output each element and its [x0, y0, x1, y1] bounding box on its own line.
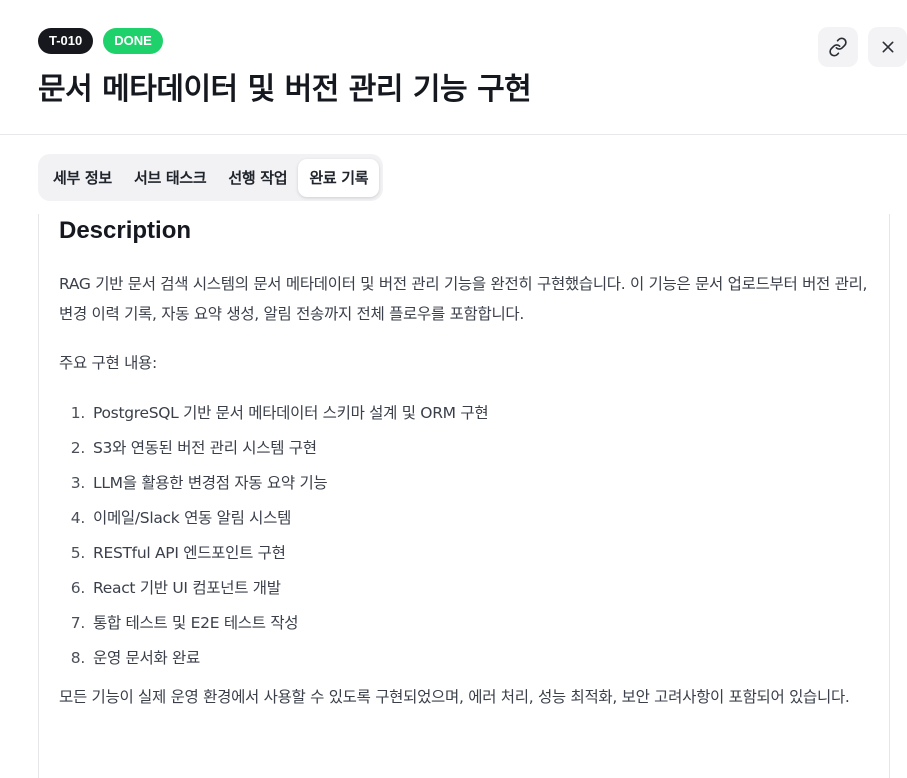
description-heading: Description — [59, 217, 192, 244]
tab-completion-log[interactable]: 완료 기록 — [298, 158, 380, 197]
list-item: 7. 통합 테스트 및 E2E 테스트 작성 — [70, 614, 299, 632]
tab-subtasks[interactable]: 서브 태스크 — [123, 159, 217, 197]
description-closing: 모든 기능이 실제 운영 환경에서 사용할 수 있도록 구현되었으며, 에러 처… — [59, 688, 850, 706]
link-icon — [829, 37, 847, 57]
list-item: 1. PostgreSQL 기반 문서 메타데이터 스키마 설계 및 ORM 구현 — [70, 404, 489, 422]
tab-details[interactable]: 세부 정보 — [42, 159, 123, 197]
list-item: 5. RESTful API 엔드포인트 구현 — [70, 544, 286, 562]
completion-log-panel: Description RAG 기반 문서 검색 시스템의 문서 메타데이터 및… — [38, 214, 890, 778]
task-id-badge: T-010 — [38, 28, 94, 54]
page-title: 문서 메타데이터 및 버전 관리 기능 구현 — [38, 72, 532, 107]
list-item: 8. 운영 문서화 완료 — [70, 649, 200, 667]
list-intro: 주요 구현 내용: — [59, 354, 157, 372]
tab-bar: 세부 정보 서브 태스크 선행 작업 완료 기록 — [38, 154, 384, 201]
list-item: 3. LLM을 활용한 변경점 자동 요약 기능 — [70, 474, 328, 492]
copy-link-button[interactable] — [818, 27, 858, 67]
status-badge: DONE — [103, 28, 163, 54]
tab-prerequisites[interactable]: 선행 작업 — [217, 159, 298, 197]
close-icon — [882, 41, 893, 53]
list-item: 2. S3와 연동된 버전 관리 시스템 구현 — [70, 439, 317, 457]
list-item: 6. React 기반 UI 컴포넌트 개발 — [70, 579, 281, 597]
task-header: T-010 DONE 문서 메타데이터 및 버전 관리 기능 구현 — [0, 0, 907, 135]
implementation-list: 1. PostgreSQL 기반 문서 메타데이터 스키마 설계 및 ORM 구현… — [59, 398, 489, 678]
badge-row: T-010 DONE — [38, 28, 163, 54]
close-button[interactable] — [868, 27, 907, 67]
list-item: 4. 이메일/Slack 연동 알림 시스템 — [70, 509, 292, 527]
description-intro: RAG 기반 문서 검색 시스템의 문서 메타데이터 및 버전 관리 기능을 완… — [59, 275, 868, 323]
